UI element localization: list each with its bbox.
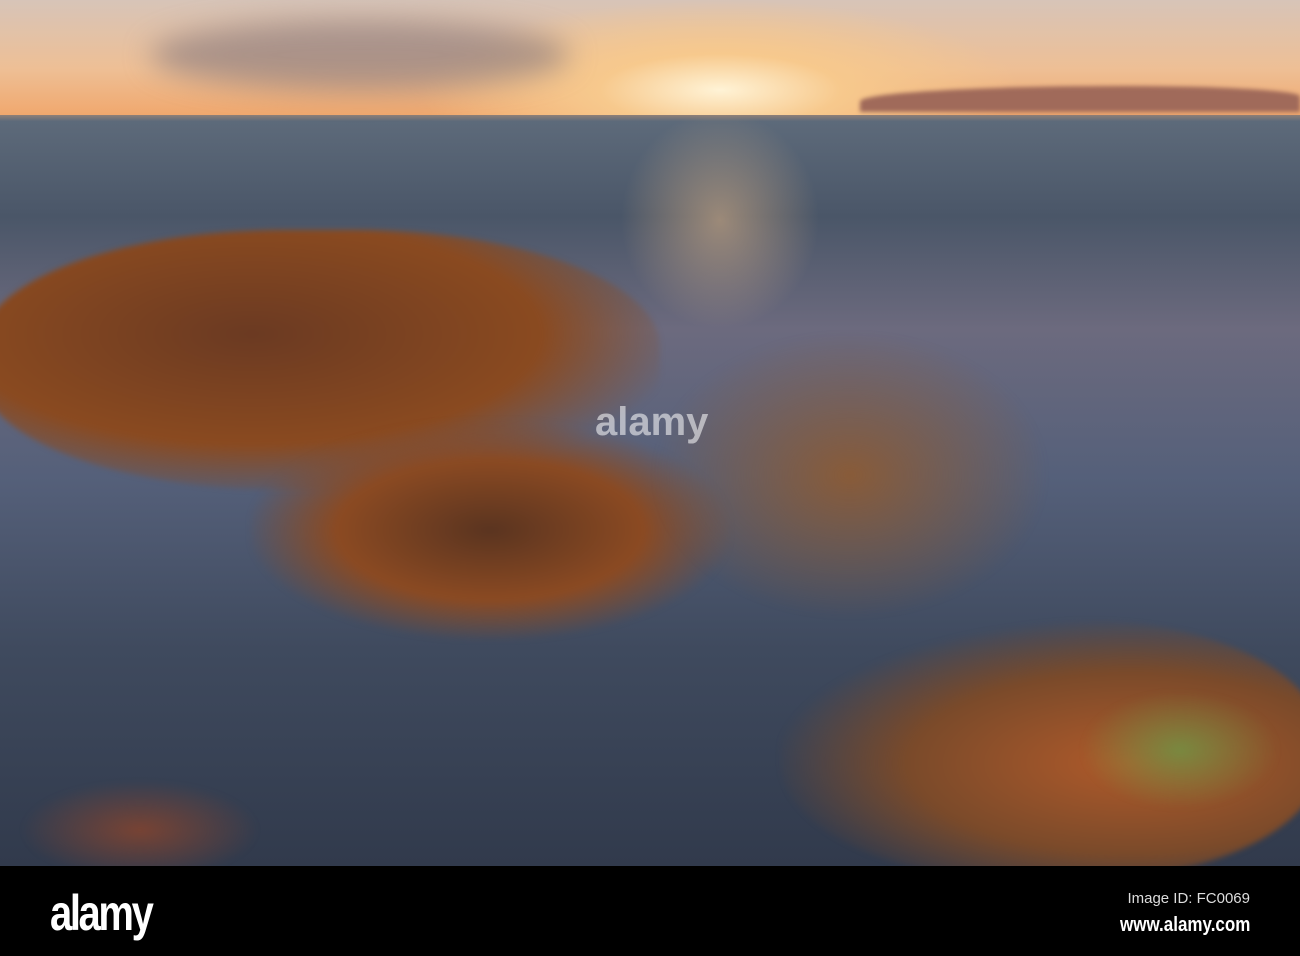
alamy-logo: alamy <box>50 885 154 941</box>
seaweed-patch <box>1080 690 1280 810</box>
stock-photo: alamy <box>0 0 1300 866</box>
image-id: Image ID: FC0069 <box>1127 890 1250 907</box>
site-url: www.alamy.com <box>1119 914 1250 936</box>
footer-bar: alamy Image ID: FC0069 www.alamy.com <box>0 866 1300 956</box>
cloud <box>150 20 570 90</box>
watermark: alamy <box>595 400 709 444</box>
seaweed-patch <box>650 330 1050 620</box>
seaweed-patch <box>20 780 260 866</box>
sun-glare <box>620 110 820 330</box>
